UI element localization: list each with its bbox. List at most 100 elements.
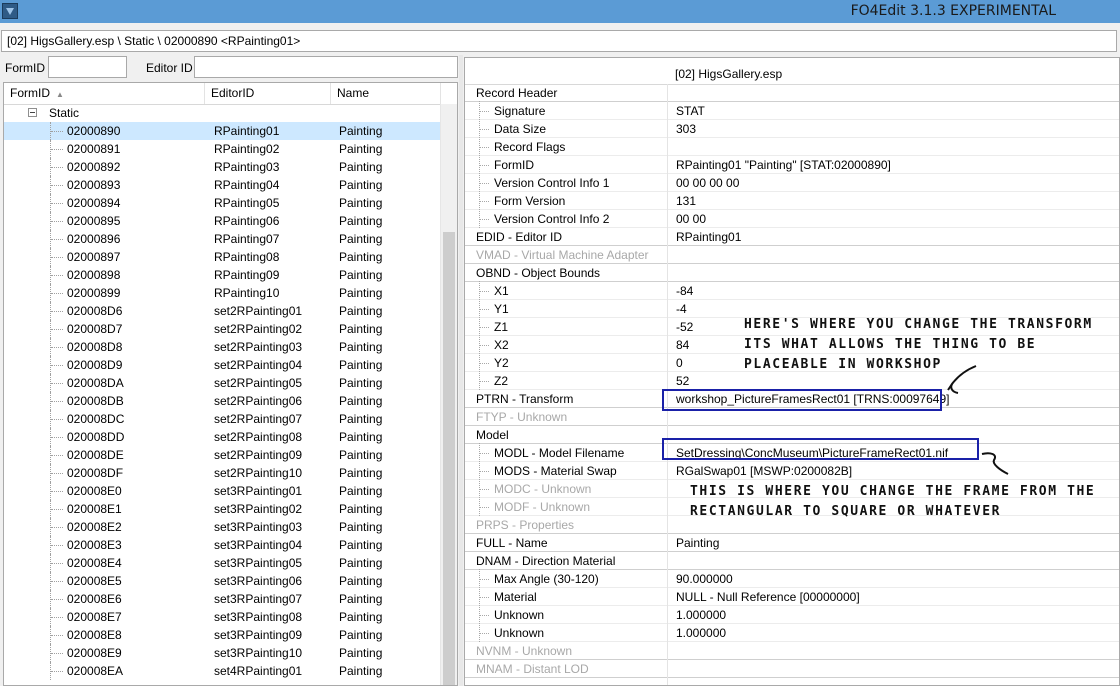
record-field-row[interactable]: MODS - Material Swap RGalSwap01 [MSWP:020… bbox=[465, 461, 1119, 480]
list-item[interactable]: 02000893 RPainting04 Painting bbox=[4, 176, 441, 194]
list-item[interactable]: 020008D7 set2RPainting02 Painting bbox=[4, 320, 441, 338]
list-item[interactable]: 02000896 RPainting07 Painting bbox=[4, 230, 441, 248]
record-field-row[interactable]: X1 -84 bbox=[465, 281, 1119, 300]
record-field-row[interactable]: Unknown 1.000000 bbox=[465, 605, 1119, 624]
list-item[interactable]: 020008E5 set3RPainting06 Painting bbox=[4, 572, 441, 590]
record-field-row[interactable]: OBND - Object Bounds bbox=[465, 264, 1119, 282]
list-item[interactable]: 020008D8 set2RPainting03 Painting bbox=[4, 338, 441, 356]
list-item[interactable]: 020008E3 set3RPainting04 Painting bbox=[4, 536, 441, 554]
record-field-row[interactable]: FULL - Name Painting bbox=[465, 534, 1119, 552]
collapse-icon[interactable] bbox=[28, 108, 37, 117]
tree-line bbox=[479, 471, 489, 472]
list-item[interactable]: 020008DA set2RPainting05 Painting bbox=[4, 374, 441, 392]
record-field-row[interactable]: Unknown 1.000000 bbox=[465, 623, 1119, 642]
field-value[interactable]: 131 bbox=[676, 192, 696, 210]
tree-line bbox=[479, 497, 480, 516]
record-field-row[interactable]: MNAM - Distant LOD bbox=[465, 660, 1119, 678]
tree-line bbox=[51, 401, 63, 402]
tree-line bbox=[51, 617, 63, 618]
record-field-row[interactable]: Record Header bbox=[465, 84, 1119, 102]
field-label: Max Angle (30-120) bbox=[494, 572, 599, 586]
editorid-cell: set3RPainting08 bbox=[214, 610, 303, 624]
list-item[interactable]: 020008E8 set3RPainting09 Painting bbox=[4, 626, 441, 644]
list-item[interactable]: 020008D6 set2RPainting01 Painting bbox=[4, 302, 441, 320]
record-field-row[interactable]: NVNM - Unknown bbox=[465, 642, 1119, 660]
formid-cell: 02000894 bbox=[67, 196, 121, 210]
list-item[interactable]: 020008DE set2RPainting09 Painting bbox=[4, 446, 441, 464]
list-item[interactable]: 020008E7 set3RPainting08 Painting bbox=[4, 608, 441, 626]
column-name[interactable]: Name bbox=[331, 83, 441, 104]
formid-cell: 02000895 bbox=[67, 214, 121, 228]
editorid-cell: set2RPainting01 bbox=[214, 304, 303, 318]
field-value[interactable]: 90.000000 bbox=[676, 570, 733, 588]
record-field-row[interactable]: Data Size 303 bbox=[465, 119, 1119, 138]
tree-line bbox=[479, 309, 489, 310]
formid-cell: 020008DB bbox=[67, 394, 124, 408]
list-item[interactable]: 020008E1 set3RPainting02 Painting bbox=[4, 500, 441, 518]
field-value[interactable]: 00 00 00 00 bbox=[676, 174, 739, 192]
field-value[interactable]: 1.000000 bbox=[676, 606, 726, 624]
list-item[interactable]: 020008E9 set3RPainting10 Painting bbox=[4, 644, 441, 662]
field-value[interactable]: Painting bbox=[676, 534, 719, 552]
field-value[interactable]: RGalSwap01 [MSWP:0200082B] bbox=[676, 462, 852, 480]
list-item[interactable]: 020008E2 set3RPainting03 Painting bbox=[4, 518, 441, 536]
record-field-row[interactable]: DNAM - Direction Material bbox=[465, 552, 1119, 570]
pane-splitter[interactable] bbox=[459, 55, 463, 686]
list-item[interactable]: 02000891 RPainting02 Painting bbox=[4, 140, 441, 158]
record-field-row[interactable]: Form Version 131 bbox=[465, 191, 1119, 210]
record-field-row[interactable]: Version Control Info 2 00 00 bbox=[465, 209, 1119, 228]
list-item[interactable]: 02000898 RPainting09 Painting bbox=[4, 266, 441, 284]
record-list[interactable]: FormID ▲ EditorID Name Static 02000890 RPa… bbox=[3, 82, 458, 686]
list-item[interactable]: 020008D9 set2RPainting04 Painting bbox=[4, 356, 441, 374]
field-value[interactable]: 00 00 bbox=[676, 210, 706, 228]
record-field-row[interactable]: Version Control Info 1 00 00 00 00 bbox=[465, 173, 1119, 192]
field-value[interactable]: 303 bbox=[676, 120, 696, 138]
record-field-row[interactable]: Max Angle (30-120) 90.000000 bbox=[465, 569, 1119, 588]
record-field-row[interactable]: Record Flags bbox=[465, 137, 1119, 156]
formid-filter-input[interactable] bbox=[48, 56, 127, 78]
list-scrollbar[interactable] bbox=[440, 104, 457, 685]
list-item[interactable]: 02000899 RPainting10 Painting bbox=[4, 284, 441, 302]
list-item[interactable]: 02000890 RPainting01 Painting bbox=[4, 122, 441, 140]
app-icon[interactable] bbox=[2, 3, 18, 19]
field-value[interactable]: -84 bbox=[676, 282, 693, 300]
field-value[interactable]: -52 bbox=[676, 318, 693, 336]
name-cell: Painting bbox=[339, 124, 383, 138]
tree-line bbox=[479, 633, 489, 634]
list-item[interactable]: 020008DF set2RPainting10 Painting bbox=[4, 464, 441, 482]
field-value[interactable]: 84 bbox=[676, 336, 689, 354]
list-item[interactable]: 020008E4 set3RPainting05 Painting bbox=[4, 554, 441, 572]
record-field-row[interactable]: EDID - Editor ID RPainting01 bbox=[465, 228, 1119, 246]
list-item[interactable]: 020008E6 set3RPainting07 Painting bbox=[4, 590, 441, 608]
field-value[interactable]: -4 bbox=[676, 300, 687, 318]
record-field-row[interactable]: FormID RPainting01 "Painting" [STAT:02000… bbox=[465, 155, 1119, 174]
list-item[interactable]: 020008DB set2RPainting06 Painting bbox=[4, 392, 441, 410]
field-value[interactable]: STAT bbox=[676, 102, 705, 120]
editorid-cell: set3RPainting04 bbox=[214, 538, 303, 552]
field-value[interactable]: 1.000000 bbox=[676, 624, 726, 642]
editorid-filter-input[interactable] bbox=[194, 56, 458, 78]
record-field-row[interactable]: VMAD - Virtual Machine Adapter bbox=[465, 246, 1119, 264]
field-value[interactable]: NULL - Null Reference [00000000] bbox=[676, 588, 860, 606]
record-field-row[interactable]: Signature STAT bbox=[465, 101, 1119, 120]
column-editorid[interactable]: EditorID bbox=[205, 83, 331, 104]
list-item[interactable]: 020008E0 set3RPainting01 Painting bbox=[4, 482, 441, 500]
list-item[interactable]: 020008DD set2RPainting08 Painting bbox=[4, 428, 441, 446]
record-field-row[interactable]: Material NULL - Null Reference [00000000] bbox=[465, 587, 1119, 606]
tree-line bbox=[479, 183, 489, 184]
scrollbar-thumb[interactable] bbox=[443, 232, 455, 685]
field-value[interactable]: 0 bbox=[676, 354, 683, 372]
list-item[interactable]: 02000897 RPainting08 Painting bbox=[4, 248, 441, 266]
field-value[interactable]: RPainting01 bbox=[676, 228, 741, 246]
list-item[interactable]: 020008EA set4RPainting01 Painting bbox=[4, 662, 441, 680]
tree-group-static[interactable]: Static bbox=[4, 104, 441, 122]
column-formid[interactable]: FormID ▲ bbox=[4, 83, 205, 104]
name-cell: Painting bbox=[339, 304, 383, 318]
list-item[interactable]: 02000892 RPainting03 Painting bbox=[4, 158, 441, 176]
list-item[interactable]: 02000895 RPainting06 Painting bbox=[4, 212, 441, 230]
field-value[interactable]: RPainting01 "Painting" [STAT:02000890] bbox=[676, 156, 891, 174]
list-item[interactable]: 02000894 RPainting05 Painting bbox=[4, 194, 441, 212]
field-value[interactable]: 52 bbox=[676, 372, 689, 390]
editorid-cell: set2RPainting04 bbox=[214, 358, 303, 372]
list-item[interactable]: 020008DC set2RPainting07 Painting bbox=[4, 410, 441, 428]
